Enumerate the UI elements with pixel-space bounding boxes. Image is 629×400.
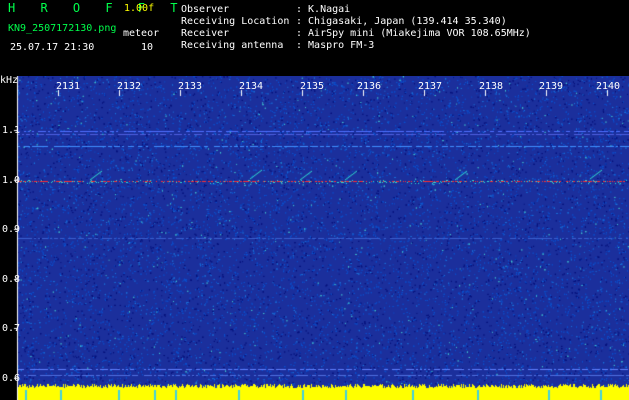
freq-label: 1.1 (2, 125, 21, 136)
filename-label: KN9_2507172130.png (8, 23, 117, 34)
freq-label: 1.0 (2, 175, 21, 186)
version-label: 1.00f (124, 3, 155, 14)
time-label: 2131 (56, 81, 81, 92)
time-label: 2135 (300, 81, 325, 92)
location-label: Receiving Location (181, 16, 290, 27)
receiver-label: Receiver (181, 28, 230, 39)
spectrogram-canvas (0, 76, 629, 400)
datetime-label: 25.07.17 21:30 (10, 42, 95, 53)
observer-value: : K.Nagai (296, 4, 351, 15)
mode-value: 10 (141, 42, 154, 53)
time-label: 2137 (418, 81, 443, 92)
antenna-label: Receiving antenna (181, 40, 284, 51)
observer-label: Observer (181, 4, 230, 15)
time-label: 2133 (178, 81, 203, 92)
receiver-value: : AirSpy mini (Miakejima VOR 108.65MHz) (296, 28, 531, 39)
time-label: 2138 (479, 81, 504, 92)
time-label: 2134 (239, 81, 264, 92)
time-label: 2140 (596, 81, 621, 92)
location-value: : Chigasaki, Japan (139.414 35.340) (296, 16, 507, 27)
time-label: 2136 (357, 81, 382, 92)
frequency-unit-label: kHz (0, 75, 19, 86)
freq-label: 0.8 (2, 274, 21, 285)
freq-label: 0.9 (2, 224, 21, 235)
time-label: 2139 (539, 81, 564, 92)
antenna-value: : Maspro FM-3 (296, 40, 375, 51)
mode-label: meteor (123, 28, 160, 39)
freq-label: 0.6 (2, 373, 21, 384)
freq-label: 0.7 (2, 323, 21, 334)
app-title: H R O F F T (8, 1, 187, 15)
time-label: 2132 (117, 81, 142, 92)
